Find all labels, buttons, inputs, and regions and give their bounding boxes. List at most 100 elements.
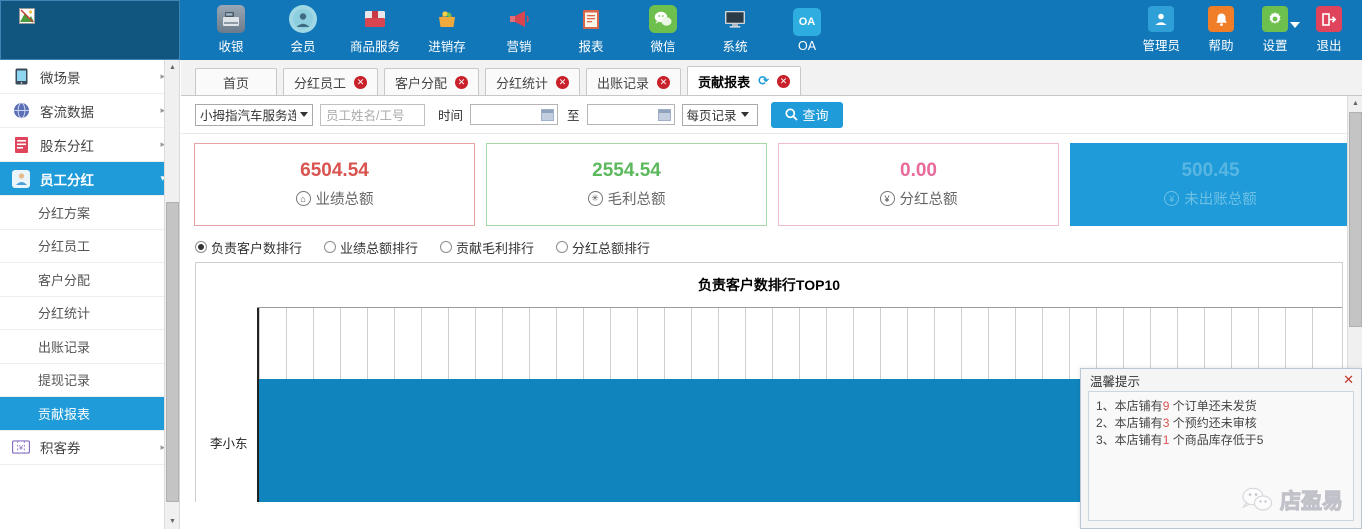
notice-item: 2、本店铺有3 个预约还未审核 [1096,415,1349,432]
sidebar-subitem-fenhongyuangong[interactable]: 分红员工 [0,230,179,263]
tab-bar: 首页 分红员工 ✕ 客户分配 ✕ 分红统计 ✕ 出账记录 ✕ 贡献报表 ⟳ ✕ [181,60,1362,96]
sidebar-item-label: 积客券 [40,441,81,456]
tab-fenhongyuangong[interactable]: 分红员工 ✕ [283,68,379,95]
nav-item-goods[interactable]: 商品服务 [350,5,400,55]
stat-card-gross-profit[interactable]: 2554.54 ✳ 毛利总额 [486,143,767,226]
nav-label: 微信 [650,40,676,54]
stat-card-dividend[interactable]: 0.00 ¥ 分红总额 [778,143,1059,226]
tab-home[interactable]: 首页 [195,68,277,95]
nav-item-inventory[interactable]: 进销存 [424,5,470,55]
radio-button-icon[interactable] [556,241,569,253]
notice-item: 1、本店铺有9 个订单还未发货 [1096,398,1349,415]
sidebar-subitem-kehufenpei[interactable]: 客户分配 [0,263,179,297]
header-item-admin[interactable]: 管理员 [1142,6,1180,54]
cash-register-icon [217,5,245,33]
nav-label: 进销存 [428,40,466,54]
main-nav: 收银 会员 商品服务 进销存 营销 报表 微信 系统 OA OA [180,0,1142,60]
nav-item-wechat[interactable]: 微信 [640,5,686,55]
sidebar-subitem-label: 提现记录 [38,373,91,389]
main-scroll-thumb[interactable] [1349,112,1362,327]
stat-label-wrap: ✳ 毛利总额 [587,188,666,209]
notification-popup: 温馨提示 ✕ 1、本店铺有9 个订单还未发货 2、本店铺有3 个预约还未审核 3… [1080,368,1362,529]
radio-button-icon[interactable] [440,241,453,253]
chart-category-label-0: 李小东 [210,437,248,451]
scroll-up-arrow-icon[interactable]: ▲ [165,60,179,75]
sidebar-scrollbar[interactable]: ▲ ▼ [164,60,179,529]
tab-close-icon[interactable]: ✕ [776,74,790,88]
stat-card-unbilled[interactable]: 500.45 ¥ 未出账总额 [1070,143,1351,226]
close-icon[interactable]: ✕ [1343,372,1354,388]
date-to-input[interactable] [586,104,675,125]
report-icon [577,5,605,33]
header-label: 管理员 [1142,39,1180,53]
employee-search-input[interactable]: 员工姓名/工号 [320,103,425,126]
header-right-actions: 管理员 帮助 设置 退出 [1142,0,1362,60]
stat-card-performance[interactable]: 6504.54 ⌂ 业绩总额 [194,143,475,226]
sidebar-subitem-tixianjilu[interactable]: 提现记录 [0,364,179,397]
svg-text:¥: ¥ [19,443,24,452]
sidebar-subitem-label: 分红统计 [38,306,91,322]
unbilled-icon: ¥ [1164,191,1180,206]
radio-gross-profit[interactable]: 贡献毛利排行 [440,238,534,257]
radio-dividend-total[interactable]: 分红总额排行 [556,238,650,257]
search-button[interactable]: 查询 [770,101,843,128]
stat-label: 分红总额 [899,192,958,208]
header-item-settings[interactable]: 设置 [1262,6,1300,54]
nav-item-marketing[interactable]: 营销 [496,5,542,55]
sidebar-subitem-gongxianbaobiao[interactable]: 贡献报表 [0,397,179,431]
sidebar-item-jikequan[interactable]: ¥ 积客券 ▸ [0,431,179,465]
date-from-input[interactable] [470,104,559,125]
nav-item-oa[interactable]: OA OA [784,7,830,53]
nav-item-system[interactable]: 系统 [712,5,758,55]
radio-performance-total[interactable]: 业绩总额排行 [324,238,418,257]
watermark-text: 店盈易 [1280,490,1344,514]
sidebar-subitem-fenhongfangan[interactable]: 分红方案 [0,196,179,230]
page-size-select[interactable]: 每页记录 [681,103,758,126]
header-item-help[interactable]: 帮助 [1208,6,1234,54]
inventory-icon [433,5,461,33]
radio-customer-count[interactable]: 负责客户数排行 [195,238,302,257]
scroll-down-arrow-icon[interactable]: ▼ [165,514,179,529]
notice-prefix: 1、本店铺有 [1096,399,1163,413]
sidebar-subitem-label: 贡献报表 [38,406,91,422]
sidebar-item-gudongfenhong[interactable]: 股东分红 ▸ [0,128,179,162]
oa-icon: OA [793,7,821,36]
header-item-logout[interactable]: 退出 [1316,6,1342,54]
sidebar-item-keliushuju[interactable]: 客流数据 ▸ [0,94,179,128]
tab-close-icon[interactable]: ✕ [455,75,469,89]
bell-help-icon [1208,6,1234,32]
chevron-down-icon[interactable] [1290,22,1300,28]
tab-fenhongtongji[interactable]: 分红统计 ✕ [485,68,581,95]
nav-item-report[interactable]: 报表 [568,5,614,55]
stat-label: 未出账总额 [1184,192,1257,208]
scroll-up-arrow-icon[interactable]: ▲ [1348,96,1362,111]
sidebar-item-yuangongfenhong[interactable]: 员工分红 ▾ [0,162,179,196]
refresh-icon[interactable]: ⟳ [758,73,769,89]
tab-gongxianbaobiao[interactable]: 贡献报表 ⟳ ✕ [687,66,801,95]
sidebar-item-weichangjing[interactable]: 微场景 ▸ [0,60,179,94]
gear-icon [1262,6,1288,32]
stat-label-wrap: ⌂ 业绩总额 [295,188,374,209]
notice-prefix: 3、本店铺有 [1096,433,1163,447]
header-label: 帮助 [1208,39,1234,53]
tab-close-icon[interactable]: ✕ [354,75,368,89]
sidebar-subitem-chuzhangjilu[interactable]: 出账记录 [0,330,179,364]
search-button-label: 查询 [802,108,829,123]
nav-item-member[interactable]: 会员 [280,5,326,55]
tab-kehufenpei[interactable]: 客户分配 ✕ [384,68,480,95]
globe-icon [12,102,30,120]
sidebar-subitem-fenhongtongji[interactable]: 分红统计 [0,297,179,330]
calendar-icon[interactable] [541,108,555,121]
tab-chuzhangjilu[interactable]: 出账记录 ✕ [586,68,682,95]
calendar-icon[interactable] [657,108,671,121]
sidebar-scroll-thumb[interactable] [166,202,179,502]
tab-close-icon[interactable]: ✕ [657,75,671,89]
logo-box[interactable] [0,0,180,60]
tab-close-icon[interactable]: ✕ [556,75,570,89]
radio-label: 业绩总额排行 [340,240,419,256]
nav-item-cashier[interactable]: 收银 [208,5,254,55]
radio-button-icon[interactable] [324,241,337,253]
shop-select[interactable]: 小拇指汽车服务连 [195,103,313,126]
radio-button-icon[interactable] [195,241,207,253]
search-icon [784,108,798,121]
